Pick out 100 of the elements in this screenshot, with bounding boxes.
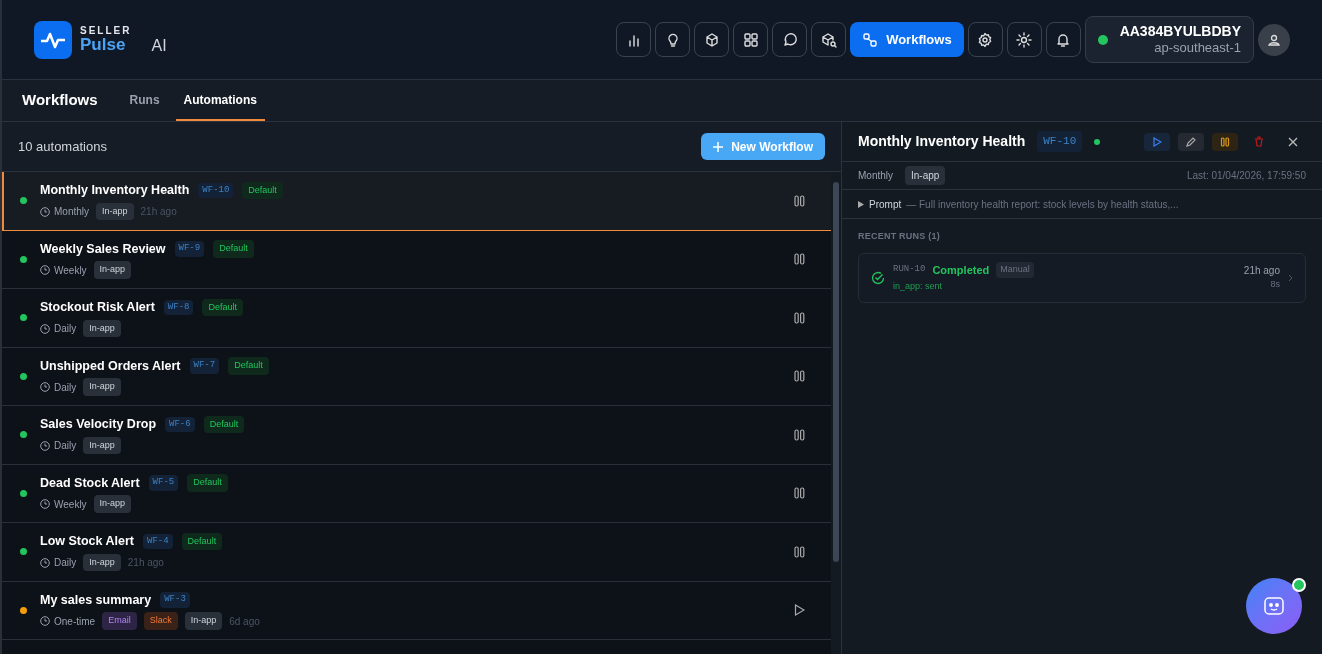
automation-row[interactable]: Unshipped Orders Alert WF-7 Default Daily In-app	[2, 347, 831, 406]
automation-row[interactable]: Low Stock Alert WF-4 Default Daily In-app 21h ago	[2, 523, 831, 582]
check-circle-icon	[871, 270, 885, 285]
page-title: Workflows	[22, 90, 98, 111]
account-card[interactable]: AA384BYULBDBY ap-southeast-1	[1084, 16, 1254, 63]
channel-badge: In-app	[96, 202, 134, 221]
channel-badge: In-app	[83, 319, 121, 338]
automation-name: Sales Velocity Drop	[40, 416, 157, 434]
automation-row[interactable]: My sales summary WF-3 One-time Email Slack In-app 6d ago	[2, 581, 831, 640]
channel-badge: In-app	[93, 495, 132, 513]
automation-row[interactable]: Sales Velocity Drop WF-6 Default Daily In-app	[2, 406, 831, 465]
schedule-label: Daily	[54, 380, 77, 395]
play-icon[interactable]	[794, 604, 805, 617]
automation-name: Low Stock Alert	[40, 533, 134, 551]
clock-icon	[40, 382, 50, 393]
prompt-label[interactable]: Prompt	[869, 196, 902, 212]
scrollbar[interactable]	[831, 172, 841, 654]
workflow-id: WF-8	[163, 299, 194, 316]
sun-icon	[1016, 31, 1033, 48]
user-icon	[1267, 32, 1281, 47]
pencil-icon	[1186, 136, 1196, 147]
run-result: in_app: sent	[893, 280, 944, 293]
workflow-id: WF-3	[160, 592, 190, 608]
grid-icon	[742, 31, 759, 48]
workflows-button[interactable]: Workflows	[850, 22, 964, 57]
channel-badge: Slack	[143, 612, 178, 630]
pause-icon[interactable]	[794, 428, 805, 441]
automation-count: 10 automations	[18, 137, 107, 156]
automation-row[interactable]: Weekly Sales Review WF-9 Default Weekly In-app	[2, 230, 831, 289]
time-ago: 21h ago	[127, 556, 164, 571]
edit-button[interactable]	[1178, 132, 1204, 151]
trash-icon	[1254, 136, 1264, 147]
channel-badge: In-app	[184, 612, 223, 630]
brand-tagline: SELLER	[80, 26, 132, 36]
prompt-preview: — Full inventory health report: stock levels by health status,...	[906, 197, 1179, 212]
expand-icon[interactable]	[858, 200, 864, 208]
sun-button[interactable]	[1006, 22, 1042, 57]
clock-icon	[40, 323, 50, 334]
automation-name: Weekly Sales Review	[40, 240, 166, 258]
run-id: RUN-10	[893, 263, 926, 276]
channel-badge: In-app	[83, 553, 121, 572]
pause-icon[interactable]	[794, 194, 805, 207]
pause-button[interactable]	[1212, 132, 1238, 151]
chat-bubble-button[interactable]	[772, 22, 808, 57]
automation-row[interactable]: Dead Stock Alert WF-5 Default Weekly In-app	[2, 464, 831, 523]
grid-button[interactable]	[733, 22, 769, 57]
schedule-label: Monthly	[54, 205, 89, 220]
tab[interactable]: Runs	[121, 80, 168, 121]
pause-icon[interactable]	[794, 253, 805, 266]
pause-icon[interactable]	[794, 370, 805, 383]
brand-suffix: AI	[151, 35, 167, 56]
time-ago: 6d ago	[229, 614, 260, 629]
channel-badge: In-app	[905, 166, 946, 185]
nodes-icon	[862, 31, 879, 48]
settings-button[interactable]	[967, 22, 1003, 57]
bar-chart-button[interactable]	[616, 22, 652, 57]
lightbulb-button[interactable]	[655, 22, 691, 57]
cube-button[interactable]	[694, 22, 730, 57]
run-status: Completed	[932, 262, 990, 278]
clock-icon	[40, 265, 50, 276]
default-badge: Default	[242, 181, 283, 200]
pause-icon[interactable]	[794, 487, 805, 500]
trigger-badge: Manual	[996, 262, 1034, 278]
cube-icon	[703, 31, 720, 48]
time-ago: 21h ago	[140, 205, 177, 220]
account-id: AA384BYULBDBY	[1119, 22, 1241, 41]
automation-name: My sales summary	[40, 591, 152, 609]
clock-icon	[40, 206, 50, 217]
workflow-id: WF-4	[143, 533, 173, 550]
cube-search-icon	[820, 31, 837, 48]
account-region: ap-southeast-1	[1154, 40, 1241, 57]
section-heading: RECENT RUNS (1)	[858, 230, 941, 243]
run-card[interactable]: RUN-10 Completed Manual in_app: sent 21h ago 8s	[858, 252, 1306, 303]
channel-badge: In-app	[93, 261, 132, 279]
pause-icon[interactable]	[794, 545, 805, 558]
automation-row[interactable]: Monthly Inventory Health WF-10 Default Monthly In-app 21h ago	[2, 172, 831, 231]
automation-row[interactable]: Stockout Risk Alert WF-8 Default Daily In-app	[2, 289, 831, 348]
default-badge: Default	[228, 357, 269, 375]
user-avatar[interactable]	[1258, 23, 1290, 56]
schedule-label: Daily	[54, 322, 77, 337]
robot-icon	[1264, 597, 1284, 615]
automation-name: Stockout Risk Alert	[40, 299, 155, 317]
online-badge	[1292, 578, 1306, 592]
workflow-id: WF-6	[165, 416, 195, 433]
default-badge: Default	[203, 415, 245, 434]
default-badge: Default	[181, 532, 223, 551]
workflow-id: WF-9	[174, 241, 205, 257]
clock-icon	[40, 440, 50, 451]
clock-icon	[40, 499, 50, 510]
pause-icon[interactable]	[794, 311, 805, 324]
schedule-label: Daily	[54, 439, 77, 454]
schedule-label: Weekly	[54, 497, 87, 512]
cube-search-button[interactable]	[811, 22, 847, 57]
run-button[interactable]	[1144, 132, 1170, 151]
notification-bell-button[interactable]	[1045, 22, 1081, 57]
last-run-time: Last: 01/04/2026, 17:59:50	[1187, 169, 1306, 183]
schedule-label: Weekly	[54, 263, 87, 278]
run-duration: 8s	[1270, 278, 1280, 292]
plus-icon	[713, 141, 724, 152]
run-time-ago: 21h ago	[1243, 264, 1280, 279]
